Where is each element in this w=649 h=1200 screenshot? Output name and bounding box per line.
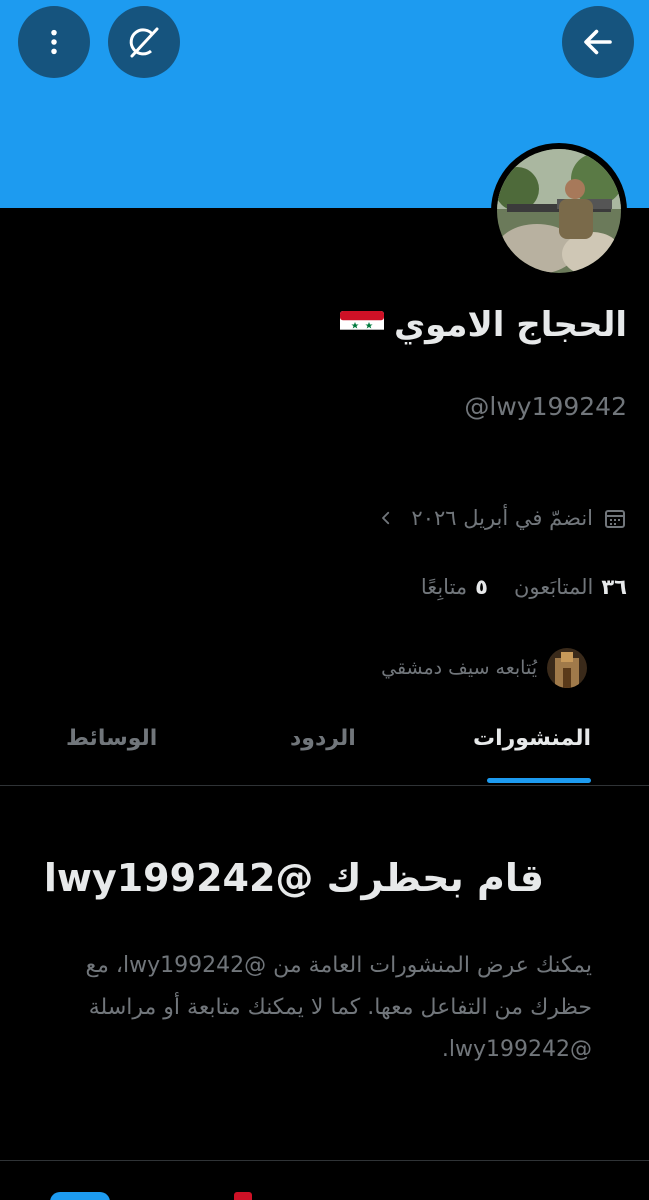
profile-handle: @lwy199242 [464,392,627,421]
followed-by-row[interactable]: يُتابعه سيف دمشقي [381,648,587,688]
display-name-row: الحجاج الاموي [339,305,627,345]
followers-stat[interactable]: ٣٦ المتابَعون [514,575,627,599]
active-tab-indicator [487,778,591,783]
following-label: متابِعًا [420,575,468,599]
blocked-title: قام بحظرك @lwy199242 [43,856,544,900]
grok-icon [129,27,159,58]
follower-avatar [547,648,587,688]
followed-by-text: يُتابعه سيف دمشقي [381,657,537,679]
followers-label: المتابَعون [514,575,594,599]
avatar-photo [497,149,621,273]
profile-tabs: المنشورات الردود الوسائط [0,700,649,786]
tab-replies[interactable]: الردود [290,726,356,751]
more-button[interactable] [18,6,90,78]
calendar-icon [605,510,625,528]
display-name: الحجاج الاموي [393,305,627,345]
following-count: ٥ [475,575,488,599]
chevron-left-icon [382,511,390,525]
tab-posts[interactable]: المنشورات [473,726,591,751]
grok-button[interactable] [108,6,180,78]
next-post-flag-peek [234,1192,252,1200]
syria-flag-icon [339,311,384,339]
profile-avatar[interactable] [491,143,627,279]
more-vertical-icon [51,29,57,55]
tab-media[interactable]: الوسائط [66,726,157,751]
follow-stats: ٣٦ المتابَعون ٥ متابِعًا [421,575,627,599]
divider [0,1160,649,1161]
followers-count: ٣٦ [601,575,627,599]
following-stat[interactable]: ٥ متابِعًا [421,575,488,599]
blocked-description: يمكنك عرض المنشورات العامة من @lwy199242… [85,953,592,1062]
arrow-left-icon [584,29,612,55]
joined-date-row[interactable]: انضمّ في أبريل ٢٠٢٦ [377,506,627,530]
back-button[interactable] [562,6,634,78]
joined-text: انضمّ في أبريل ٢٠٢٦ [411,506,593,530]
next-post-avatar-peek [50,1192,110,1200]
